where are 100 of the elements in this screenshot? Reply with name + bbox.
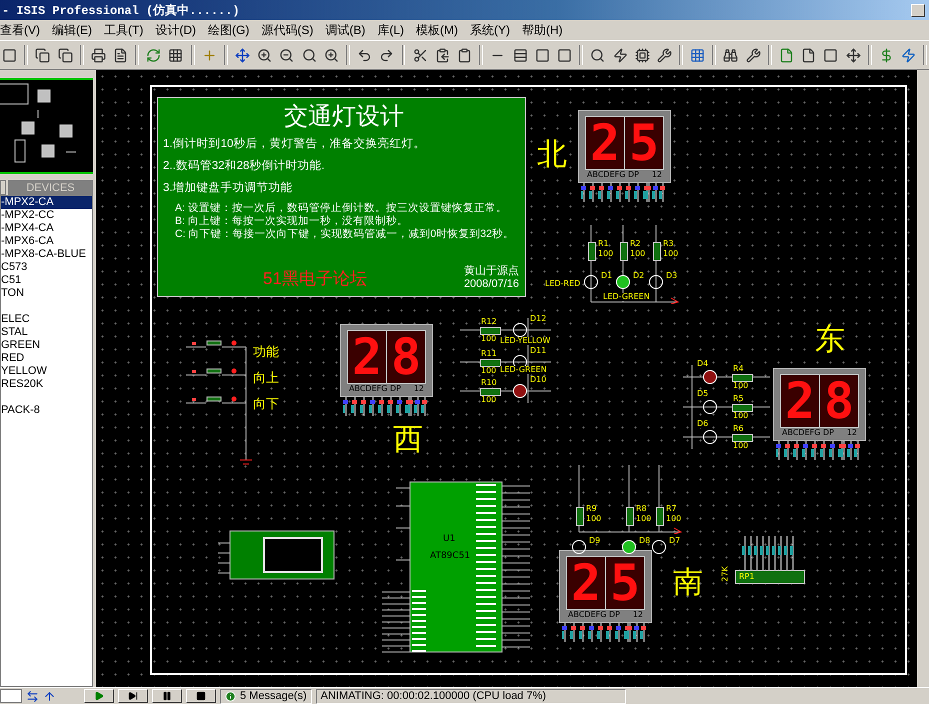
- led-type-label: LED-GREEN: [500, 366, 547, 374]
- menu-item[interactable]: 模板(M): [416, 22, 458, 38]
- resistor: [656, 507, 664, 526]
- message-panel[interactable]: 5 Message(s): [220, 688, 312, 704]
- info-text: B: 向上键：每按一次实现加一秒，没有限制秒。: [175, 215, 409, 228]
- message-count: 5 Message(s): [240, 690, 307, 702]
- led-type-label: LED-RED: [545, 280, 580, 288]
- resistor: [480, 359, 501, 367]
- step-button[interactable]: [118, 689, 148, 703]
- pack-ref: RP1: [739, 573, 754, 581]
- device-item[interactable]: C51: [1, 274, 92, 287]
- segment-label: ABCDEFG DP: [349, 385, 401, 393]
- led-ref: D3: [666, 272, 678, 280]
- pack-value: 27K: [722, 566, 730, 582]
- info-text: 2..数码管32和28秒倒计时功能.: [163, 158, 326, 173]
- resistor: [480, 327, 501, 335]
- info-title: 交通灯设计: [283, 102, 405, 132]
- direction-label: 东: [815, 325, 845, 355]
- window-title: - ISIS Professional (仿真中......): [2, 2, 240, 18]
- device-item[interactable]: PACK-8: [1, 404, 92, 417]
- resistor: [588, 242, 596, 261]
- display-digit: 2: [570, 557, 602, 609]
- led-ref: D1: [601, 272, 612, 280]
- device-item[interactable]: STAL: [1, 326, 92, 339]
- device-item[interactable]: YELLOW: [1, 365, 92, 378]
- resistor-value: 100: [481, 335, 496, 343]
- resistor: [653, 242, 661, 261]
- resistor: [732, 374, 753, 382]
- led-type-label: LED-YELLOW: [500, 337, 550, 345]
- pause-icon: [162, 691, 172, 701]
- pause-button[interactable]: [152, 689, 182, 703]
- info-icon: [225, 690, 236, 702]
- resistor-ref: R4: [733, 365, 744, 373]
- picker-tab[interactable]: [0, 180, 6, 195]
- menu-item[interactable]: 源代码(S): [261, 22, 314, 38]
- device-item[interactable]: TON: [1, 287, 92, 300]
- stop-button[interactable]: [186, 689, 216, 703]
- chip-ref: U1: [443, 535, 456, 544]
- resistor-ref: R12: [481, 318, 497, 326]
- led-ref: D6: [697, 420, 708, 428]
- device-item[interactable]: C573: [1, 261, 92, 274]
- led-type-label: LED-GREEN: [603, 293, 650, 301]
- menu-item[interactable]: 编辑(E): [52, 22, 92, 38]
- resistor-value: 100: [598, 250, 614, 258]
- step-icon: [128, 691, 138, 701]
- resistor-value: 100: [586, 515, 602, 523]
- info-text: C: 向下键：每接一次向下键，实现数码管减一，减到0时恢复到32秒。: [175, 228, 515, 241]
- menu-item[interactable]: 调试(B): [325, 22, 366, 38]
- resistor: [620, 242, 628, 261]
- segment-label: ABCDEFG DP: [568, 611, 620, 619]
- resistor-value: 100: [733, 382, 748, 390]
- menu-item[interactable]: 绘图(G): [208, 22, 250, 38]
- menu-item[interactable]: 设计(D): [155, 22, 196, 38]
- window-button[interactable]: [911, 4, 925, 16]
- common-label: 12: [846, 429, 857, 437]
- menu-item[interactable]: 查看(V): [0, 22, 40, 38]
- resistor-value: 100: [733, 442, 748, 450]
- display-digit: 2: [352, 331, 382, 383]
- common-label: 12: [632, 611, 643, 619]
- flip-icon[interactable]: [43, 690, 56, 702]
- direction-label: 西: [393, 425, 423, 455]
- device-item[interactable]: -MPX8-CA-BLUE: [1, 248, 92, 261]
- device-item[interactable]: -MPX6-CA: [1, 235, 92, 248]
- zoom-field[interactable]: [0, 689, 22, 703]
- device-item[interactable]: -MPX4-CA: [1, 222, 92, 235]
- play-icon: [94, 691, 104, 701]
- device-item[interactable]: ELEC: [1, 313, 92, 326]
- resistor-value: 100: [636, 515, 652, 523]
- menu-item[interactable]: 工具(T): [104, 22, 144, 38]
- key-label: 功能: [253, 345, 279, 358]
- resistor-ref: R8: [636, 505, 647, 513]
- direction-label: 北: [537, 140, 567, 170]
- device-item[interactable]: RES20K: [1, 378, 92, 391]
- resistor: [576, 507, 584, 526]
- segment-label: ABCDEFG DP: [587, 171, 639, 179]
- key-label: 向上: [253, 371, 279, 384]
- common-label: 12: [414, 385, 424, 393]
- display-digit: 8: [819, 375, 858, 427]
- rotate-icon[interactable]: [26, 690, 39, 702]
- device-item[interactable]: -MPX2-CA: [1, 196, 92, 209]
- device-item[interactable]: -MPX2-CC: [1, 209, 92, 222]
- led-ref: D4: [697, 360, 708, 368]
- forum-name: 51黑电子论坛: [263, 268, 367, 290]
- play-button[interactable]: [84, 689, 114, 703]
- menu-item[interactable]: 库(L): [377, 22, 404, 38]
- led-ref: D12: [530, 315, 546, 323]
- chip-part: AT89C51: [430, 552, 470, 561]
- resistor-ref: R6: [733, 425, 744, 433]
- resistor-value: 100: [630, 250, 646, 258]
- resistor-ref: R3: [663, 240, 674, 248]
- info-text: 1.倒计时到10秒后，黄灯警告，准备交换亮红灯。: [163, 136, 426, 151]
- led-ref: D7: [669, 537, 680, 545]
- display-digit: 2: [590, 117, 620, 169]
- device-item[interactable]: RED: [1, 352, 92, 365]
- info-text: A: 设置键：按一次后，数码管停止倒计数。按三次设置键恢复正常。: [175, 202, 508, 215]
- resistor: [732, 434, 753, 442]
- menu-item[interactable]: 帮助(H): [522, 22, 563, 38]
- menu-item[interactable]: 系统(Y): [470, 22, 510, 38]
- device-item[interactable]: GREEN: [1, 339, 92, 352]
- stop-icon: [196, 691, 206, 701]
